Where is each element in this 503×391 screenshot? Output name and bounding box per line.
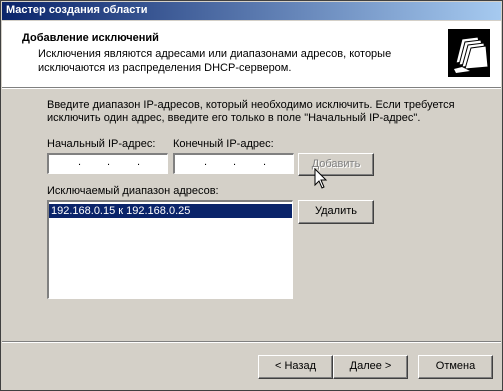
wizard-header: Добавление исключений Исключения являютс… xyxy=(2,21,501,88)
start-ip-label: Начальный IP-адрес: xyxy=(47,138,156,150)
window-title: Мастер создания области xyxy=(6,4,148,16)
wizard-window: Мастер создания области Добавление исклю… xyxy=(0,0,503,391)
excluded-range-label: Исключаемый диапазон адресов: xyxy=(47,185,219,197)
instructions-text: Введите диапазон IP-адресов, который нео… xyxy=(47,99,455,124)
back-button[interactable]: < Назад xyxy=(258,355,333,379)
header-divider xyxy=(2,88,501,89)
folder-stack-icon xyxy=(448,29,490,77)
title-bar[interactable]: Мастер создания области xyxy=(2,2,501,20)
end-ip-input[interactable]: . . . xyxy=(173,153,294,174)
mouse-pointer-icon xyxy=(314,167,328,193)
next-button[interactable]: Далее > xyxy=(333,355,408,379)
excluded-range-list[interactable]: 192.168.0.15 к 192.168.0.25 xyxy=(47,200,293,299)
end-ip-label: Конечный IP-адрес: xyxy=(173,138,274,150)
header-subtitle: Исключения являются адресами или диапазо… xyxy=(38,48,392,74)
cancel-button[interactable]: Отмена xyxy=(418,355,493,379)
header-title: Добавление исключений xyxy=(22,32,159,44)
list-item[interactable]: 192.168.0.15 к 192.168.0.25 xyxy=(49,204,292,218)
remove-button[interactable]: Удалить xyxy=(298,200,374,224)
start-ip-input[interactable]: . . . xyxy=(47,153,168,174)
add-button[interactable]: Добавить xyxy=(298,153,374,176)
